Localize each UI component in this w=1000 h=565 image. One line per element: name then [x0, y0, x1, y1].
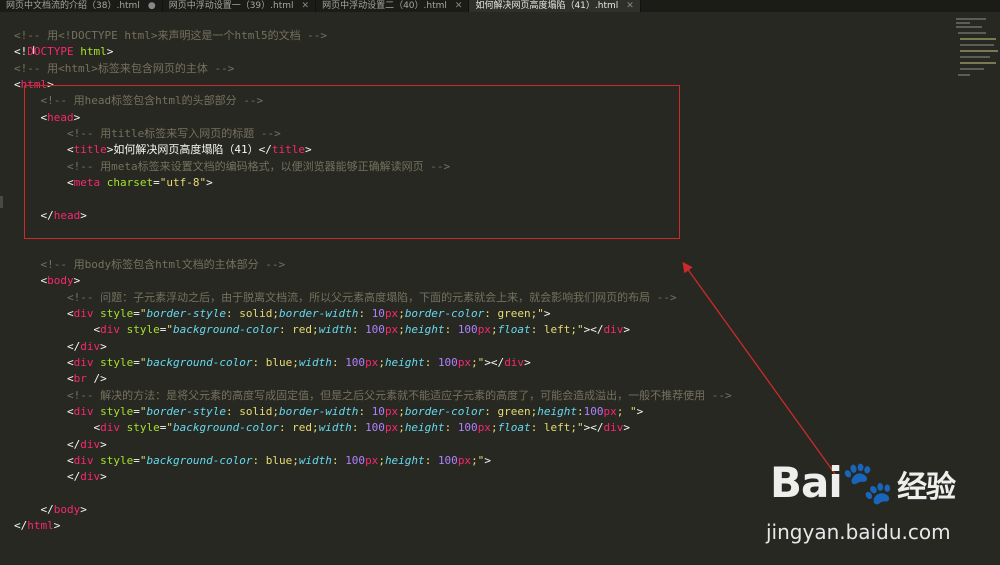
paw-icon: 🐾 [841, 458, 894, 507]
watermark-url: jingyan.baidu.com [766, 520, 951, 544]
baidu-jingyan-logo: Bai🐾 经验 [770, 458, 956, 507]
baidu-watermark: Bai🐾 经验 jingyan.baidu.com [756, 458, 996, 548]
